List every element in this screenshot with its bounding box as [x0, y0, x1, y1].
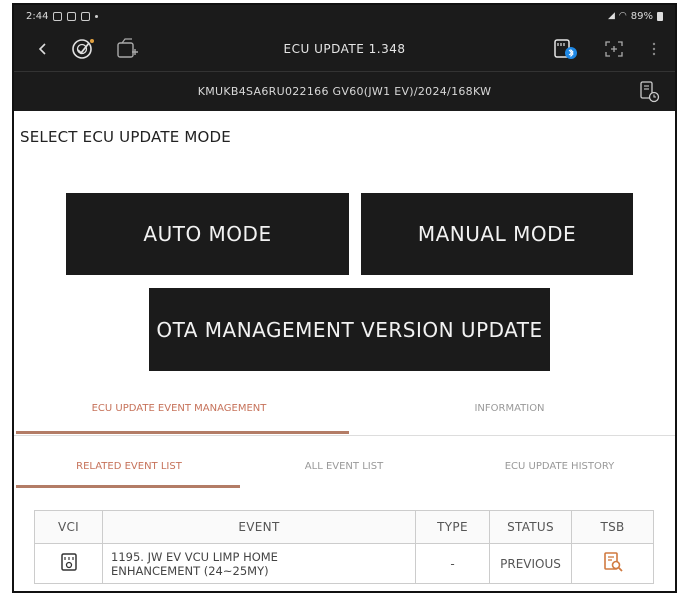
dealer-logo-icon	[72, 39, 94, 59]
ota-management-button[interactable]: OTA MANAGEMENT VERSION UPDATE	[149, 288, 550, 371]
sub-tab-indicator	[16, 485, 240, 488]
type-cell: -	[415, 543, 490, 584]
tab-information[interactable]: INFORMATION	[344, 403, 675, 414]
tsb-document-search-icon[interactable]	[602, 551, 624, 573]
sync-notification-icon	[67, 11, 77, 21]
manual-mode-button[interactable]: MANUAL MODE	[361, 193, 633, 275]
tab-label: ALL EVENT LIST	[304, 461, 384, 472]
main-tab-indicator	[16, 431, 349, 434]
tab-ecu-update-event-management[interactable]: ECU UPDATE EVENT MANAGEMENT	[14, 403, 344, 414]
tab-label: INFORMATION	[474, 403, 545, 414]
vehicle-connect-icon	[117, 38, 138, 58]
auto-mode-button[interactable]: AUTO MODE	[66, 193, 349, 275]
battery-icon	[657, 11, 663, 21]
tab-label: ECU UPDATE HISTORY	[504, 461, 615, 472]
column-header-type[interactable]: TYPE	[415, 510, 490, 544]
events-table: VCI EVENT TYPE STATUS TSB 1195. JW EV VC…	[34, 510, 654, 584]
app-notification-icon	[53, 11, 63, 21]
vci-device-icon	[60, 553, 77, 571]
more-notifications-icon	[95, 14, 99, 18]
main-tabs: ECU UPDATE EVENT MANAGEMENT INFORMATION	[14, 403, 675, 414]
vci-cell	[34, 543, 103, 584]
vehicle-history-icon	[640, 81, 660, 103]
column-header-status[interactable]: STATUS	[489, 510, 572, 544]
section-title: SELECT ECU UPDATE MODE	[20, 128, 231, 146]
tab-related-event-list[interactable]: RELATED EVENT LIST	[14, 461, 244, 472]
status-time: 2:44	[26, 10, 49, 22]
title-bar: ECU UPDATE 1.348	[14, 27, 675, 71]
tab-all-event-list[interactable]: ALL EVENT LIST	[244, 461, 444, 472]
file-notification-icon	[81, 11, 91, 21]
column-header-vci[interactable]: VCI	[34, 510, 103, 544]
home-button[interactable]	[68, 34, 98, 64]
back-arrow-icon	[38, 43, 46, 55]
table-row[interactable]: 1195. JW EV VCU LIMP HOME ENHANCEMENT (2…	[34, 543, 654, 584]
vehicle-history-button[interactable]	[637, 80, 661, 107]
sub-tabs: RELATED EVENT LIST ALL EVENT LIST ECU UP…	[14, 461, 675, 472]
tab-ecu-update-history[interactable]: ECU UPDATE HISTORY	[444, 461, 675, 472]
vci-bluetooth-icon	[554, 39, 577, 59]
back-button[interactable]	[28, 34, 58, 64]
status-bar: 2:44 ◢ ◠ 89%	[14, 5, 675, 27]
vehicle-info-bar: KMUKB4SA6RU022166 GV60(JW1 EV)/2024/168K…	[14, 71, 675, 111]
event-name-line1: 1195. JW EV VCU LIMP HOME	[111, 549, 278, 564]
more-vertical-icon	[652, 42, 656, 56]
signal-icon: ◢	[607, 11, 615, 21]
event-name-line2: ENHANCEMENT (24~25MY)	[111, 563, 269, 578]
column-header-tsb[interactable]: TSB	[571, 510, 654, 544]
tsb-cell[interactable]	[571, 543, 654, 584]
vehicle-info: KMUKB4SA6RU022166 GV60(JW1 EV)/2024/168K…	[197, 85, 492, 98]
battery-level: 89%	[630, 10, 653, 22]
app-frame: 2:44 ◢ ◠ 89% ECU UPDATE 1.348 KMUKB4SA6R…	[12, 3, 677, 593]
status-cell: PREVIOUS	[489, 543, 572, 584]
tab-label: ECU UPDATE EVENT MANAGEMENT	[91, 403, 267, 414]
column-header-event[interactable]: EVENT	[102, 510, 416, 544]
capture-icon	[605, 41, 623, 57]
vci-bluetooth-button[interactable]	[551, 34, 581, 64]
vehicle-connect-button[interactable]	[114, 34, 144, 64]
capture-button[interactable]	[599, 34, 629, 64]
tab-label: RELATED EVENT LIST	[76, 461, 182, 472]
table-header-row: VCI EVENT TYPE STATUS TSB	[34, 510, 654, 544]
more-options-button[interactable]	[647, 34, 661, 64]
event-cell[interactable]: 1195. JW EV VCU LIMP HOME ENHANCEMENT (2…	[102, 543, 416, 584]
main-tab-divider	[14, 435, 675, 436]
wifi-icon: ◠	[618, 11, 627, 21]
